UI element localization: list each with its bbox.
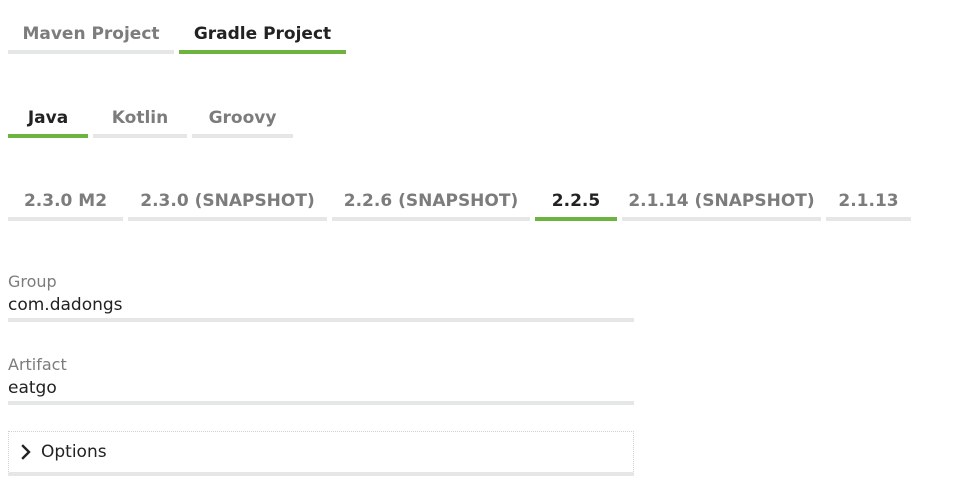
tab-gradle-project[interactable]: Gradle Project bbox=[179, 16, 346, 54]
artifact-input[interactable] bbox=[8, 375, 634, 405]
project-type-tabs: Maven Project Gradle Project bbox=[8, 16, 351, 54]
tab-version-2-3-0-snapshot[interactable]: 2.3.0 (SNAPSHOT) bbox=[128, 183, 327, 221]
spring-boot-version-tabs: 2.3.0 M2 2.3.0 (SNAPSHOT) 2.2.6 (SNAPSHO… bbox=[8, 183, 916, 221]
language-tabs: Java Kotlin Groovy bbox=[8, 100, 298, 138]
group-field: Group bbox=[8, 272, 634, 322]
artifact-field: Artifact bbox=[8, 355, 634, 405]
artifact-label: Artifact bbox=[8, 355, 67, 374]
tab-kotlin[interactable]: Kotlin bbox=[93, 100, 187, 138]
chevron-right-icon bbox=[17, 443, 35, 461]
tab-version-2-3-0-m2[interactable]: 2.3.0 M2 bbox=[8, 183, 123, 221]
tab-version-2-2-6-snapshot[interactable]: 2.2.6 (SNAPSHOT) bbox=[332, 183, 530, 221]
group-input[interactable] bbox=[8, 292, 634, 322]
options-label: Options bbox=[41, 442, 107, 462]
tab-maven-project[interactable]: Maven Project bbox=[8, 16, 174, 54]
tab-version-2-1-13[interactable]: 2.1.13 bbox=[826, 183, 911, 221]
tab-java[interactable]: Java bbox=[8, 100, 88, 138]
options-toggle[interactable]: Options bbox=[8, 431, 634, 476]
tab-version-2-2-5[interactable]: 2.2.5 bbox=[535, 183, 617, 221]
group-label: Group bbox=[8, 272, 57, 291]
tab-version-2-1-14-snapshot[interactable]: 2.1.14 (SNAPSHOT) bbox=[622, 183, 821, 221]
tab-groovy[interactable]: Groovy bbox=[192, 100, 293, 138]
